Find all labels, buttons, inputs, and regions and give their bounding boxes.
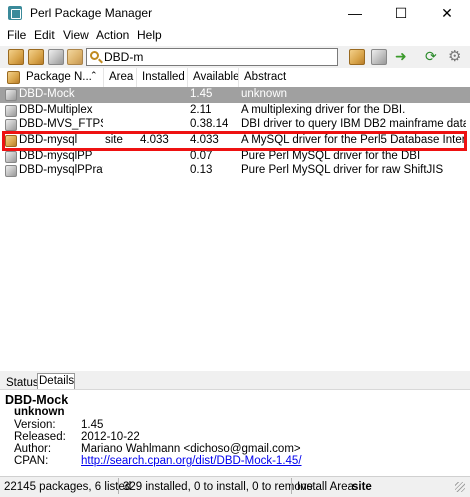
menu-edit[interactable]: Edit — [34, 28, 55, 42]
row-abstract: DBI driver to query IBM DB2 mainframe da… — [241, 118, 466, 130]
menu-help[interactable]: Help — [137, 28, 162, 42]
app-icon — [8, 6, 22, 20]
column-installed[interactable]: Installed — [142, 71, 185, 83]
status-install-area-value: site — [352, 481, 372, 493]
row-name: DBD-MVS_FTPSQL — [19, 118, 103, 130]
resize-grip-icon[interactable] — [455, 482, 465, 492]
sync-icon[interactable]: ⟳ — [425, 48, 437, 65]
package-gray-icon — [5, 119, 17, 131]
menu-file[interactable]: File — [7, 28, 26, 42]
row-abstract: unknown — [241, 88, 288, 100]
column-package-name[interactable]: Package N... — [26, 71, 92, 83]
details-cpan-link[interactable]: http://search.cpan.org/dist/DBD-Mock-1.4… — [81, 455, 302, 467]
package-gray-icon — [5, 89, 17, 101]
details-author: Mariano Wahlmann <dichoso@gmail.com> — [81, 443, 301, 455]
package-gray-icon — [5, 165, 17, 177]
maximize-button[interactable]: ☐ — [378, 0, 424, 26]
details-abstract: unknown — [14, 406, 65, 418]
mark-remove-icon[interactable] — [371, 49, 387, 65]
column-divider — [136, 68, 137, 87]
details-version-label: Version: — [14, 419, 56, 431]
table-row[interactable]: DBD-mysqlPPrawSjis 0.13 Pure Perl MySQL … — [0, 163, 470, 179]
status-divider — [291, 478, 292, 494]
view-all-packages-icon[interactable] — [8, 49, 24, 65]
highlight-annotation — [2, 131, 467, 151]
window-title: Perl Package Manager — [30, 6, 153, 20]
row-available: 1.45 — [190, 88, 213, 100]
details-cpan-label: CPAN: — [14, 455, 49, 467]
row-abstract: Pure Perl MySQL driver for raw ShiftJIS — [241, 164, 444, 176]
details-author-label: Author: — [14, 443, 52, 455]
status-divider — [118, 478, 119, 494]
row-name: DBD-Mock — [19, 88, 75, 100]
package-gray-icon — [5, 151, 17, 163]
menu-view[interactable]: View — [63, 28, 89, 42]
status-action-counts: 329 installed, 0 to install, 0 to remove — [123, 481, 313, 493]
details-version: 1.45 — [81, 419, 104, 431]
row-name: DBD-mysqlPP — [19, 150, 93, 162]
gear-icon[interactable]: ⚙ — [448, 47, 461, 65]
details-released-label: Released: — [14, 431, 66, 443]
row-abstract: A multiplexing driver for the DBI. — [241, 104, 406, 116]
column-divider — [238, 68, 239, 87]
status-package-count: 22145 packages, 6 listed — [4, 481, 132, 493]
package-gray-icon — [5, 105, 17, 117]
status-install-area-label: Install Area: — [297, 481, 358, 493]
details-package-name: DBD-Mock — [5, 393, 69, 407]
minimize-button[interactable]: — — [332, 0, 378, 26]
row-available: 2.11 — [190, 104, 212, 116]
column-area[interactable]: Area — [109, 71, 133, 83]
row-name: DBD-mysqlPPrawSjis — [19, 164, 103, 176]
search-value: DBD-m — [104, 50, 144, 64]
search-icon — [90, 51, 99, 60]
view-marked-packages-icon[interactable] — [67, 49, 83, 65]
close-button[interactable]: ✕ — [424, 0, 470, 26]
row-available: 0.38.14 — [190, 118, 229, 130]
column-divider — [103, 68, 104, 87]
row-available: 0.13 — [190, 164, 213, 176]
row-available: 0.07 — [190, 150, 213, 162]
run-actions-arrow-icon[interactable]: ➜ — [395, 48, 407, 65]
column-available[interactable]: Available — [193, 71, 239, 83]
column-abstract[interactable]: Abstract — [244, 71, 286, 83]
view-installed-packages-icon[interactable] — [28, 49, 44, 65]
header-package-icon — [7, 71, 20, 84]
table-row[interactable]: DBD-Mock 1.45 unknown — [0, 87, 470, 103]
details-released: 2012-10-22 — [81, 431, 140, 443]
menu-action[interactable]: Action — [96, 28, 129, 42]
view-upgradable-packages-icon[interactable] — [48, 49, 64, 65]
row-abstract: Pure Perl MySQL driver for the DBI — [241, 150, 421, 162]
tab-status[interactable]: Status — [6, 377, 39, 389]
column-divider — [187, 68, 188, 87]
mark-install-icon[interactable] — [349, 49, 365, 65]
sort-chevron-up-icon: ⌃ — [90, 70, 98, 80]
row-name: DBD-Multiplex — [19, 104, 93, 116]
